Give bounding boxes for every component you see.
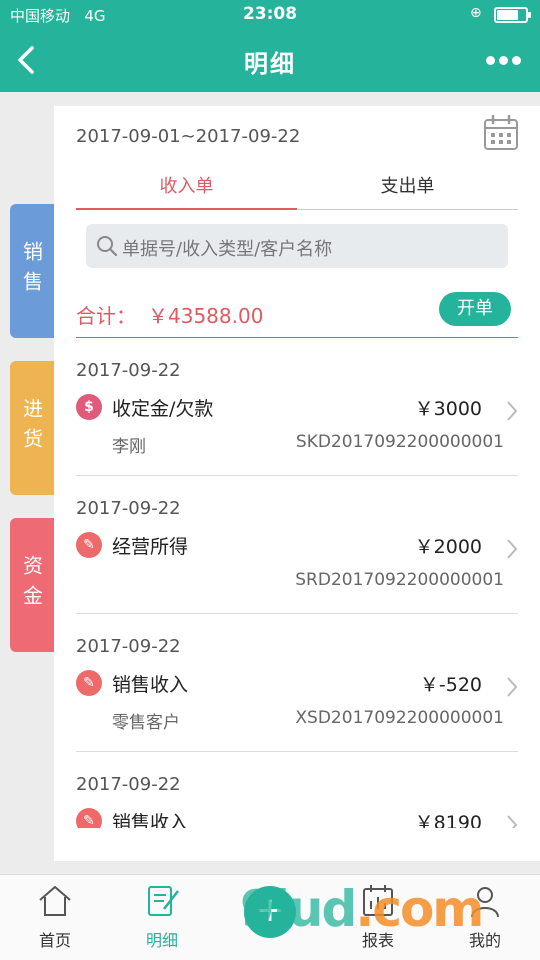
list-item[interactable]: 2017-09-22 ✎ 经营所得 ￥2000 SRD2017092200000…	[76, 476, 518, 614]
total-label: 合计：	[76, 304, 136, 328]
more-icon[interactable]	[484, 52, 524, 68]
date-range[interactable]: 2017-09-01~2017-09-22	[76, 126, 300, 147]
record-date: 2017-09-22	[76, 360, 181, 381]
record-customer: 零售客户	[112, 713, 180, 733]
detail-card: 2017-09-01~2017-09-22 收入单 支出单 单据号/收入类型/客…	[54, 106, 540, 861]
side-tab-fund[interactable]: 资金	[10, 518, 54, 652]
record-doc-no: SKD2017092200000001	[295, 432, 504, 452]
open-order-button[interactable]: 开单	[439, 292, 511, 326]
note-icon: ✎	[76, 808, 102, 828]
chevron-right-icon	[507, 677, 518, 697]
side-tab-purchase[interactable]: 进货	[10, 361, 54, 495]
record-type: 销售收入	[112, 674, 189, 696]
record-date: 2017-09-22	[76, 636, 181, 657]
watermark: 9lud.com	[240, 880, 484, 938]
home-icon	[39, 886, 71, 916]
record-type: 收定金/欠款	[112, 398, 214, 420]
tab-underline	[76, 208, 297, 210]
total-row: 合计： ￥43588.00 开单	[76, 292, 518, 338]
income-expense-tabs: 收入单 支出单	[76, 164, 518, 210]
total-value: ￥43588.00	[148, 304, 264, 328]
record-amount: ￥8190	[414, 812, 482, 828]
chevron-right-icon	[507, 539, 518, 559]
search-input[interactable]: 单据号/收入类型/客户名称	[86, 224, 508, 268]
watermark-suffix: .com	[355, 880, 484, 938]
note-icon: ✎	[76, 532, 102, 558]
nav-home[interactable]: 首页	[7, 875, 103, 960]
tab-income[interactable]: 收入单	[76, 172, 297, 198]
status-bar: 中国移动 4G 23:08 ⊕	[0, 0, 540, 30]
dollar-icon: $	[76, 394, 102, 420]
nav-detail-label: 明细	[145, 931, 178, 950]
list-item[interactable]: 2017-09-22 $ 收定金/欠款 ￥3000 李刚 SKD20170922…	[76, 338, 518, 476]
tab-expense[interactable]: 支出单	[297, 172, 518, 198]
nav-detail[interactable]: 明细	[114, 875, 210, 960]
chevron-right-icon	[507, 815, 518, 828]
record-amount: ￥-520	[419, 674, 482, 696]
record-doc-no: XSD2017092200000001	[295, 708, 504, 728]
page-title: 明细	[244, 50, 296, 78]
record-date: 2017-09-22	[76, 774, 181, 795]
record-amount: ￥2000	[414, 536, 482, 558]
app-header: 中国移动 4G 23:08 ⊕ 明细	[0, 0, 540, 92]
status-time: 23:08	[242, 4, 298, 24]
note-icon: ✎	[76, 670, 102, 696]
record-date: 2017-09-22	[76, 498, 181, 519]
record-list: 2017-09-22 $ 收定金/欠款 ￥3000 李刚 SKD20170922…	[54, 338, 540, 828]
rotation-lock-icon: ⊕	[470, 5, 482, 21]
record-doc-no: SRD2017092200000001	[295, 570, 504, 590]
record-type: 经营所得	[112, 536, 189, 558]
record-customer: 李刚	[112, 437, 146, 457]
watermark-brand: 9lud	[240, 880, 357, 938]
side-tab-sales[interactable]: 销售	[10, 204, 54, 338]
list-item[interactable]: 2017-09-22 ✎ 销售收入 ￥8190	[76, 752, 518, 828]
search-icon	[97, 236, 118, 257]
record-amount: ￥3000	[414, 398, 482, 420]
calendar-icon[interactable]	[482, 114, 520, 152]
list-item[interactable]: 2017-09-22 ✎ 销售收入 ￥-520 零售客户 XSD20170922…	[76, 614, 518, 752]
chevron-right-icon	[507, 401, 518, 421]
battery-icon	[494, 7, 531, 23]
search-placeholder: 单据号/收入类型/客户名称	[122, 239, 333, 260]
edit-icon	[148, 886, 179, 916]
nav-home-label: 首页	[38, 931, 71, 950]
record-type: 销售收入	[112, 812, 189, 828]
